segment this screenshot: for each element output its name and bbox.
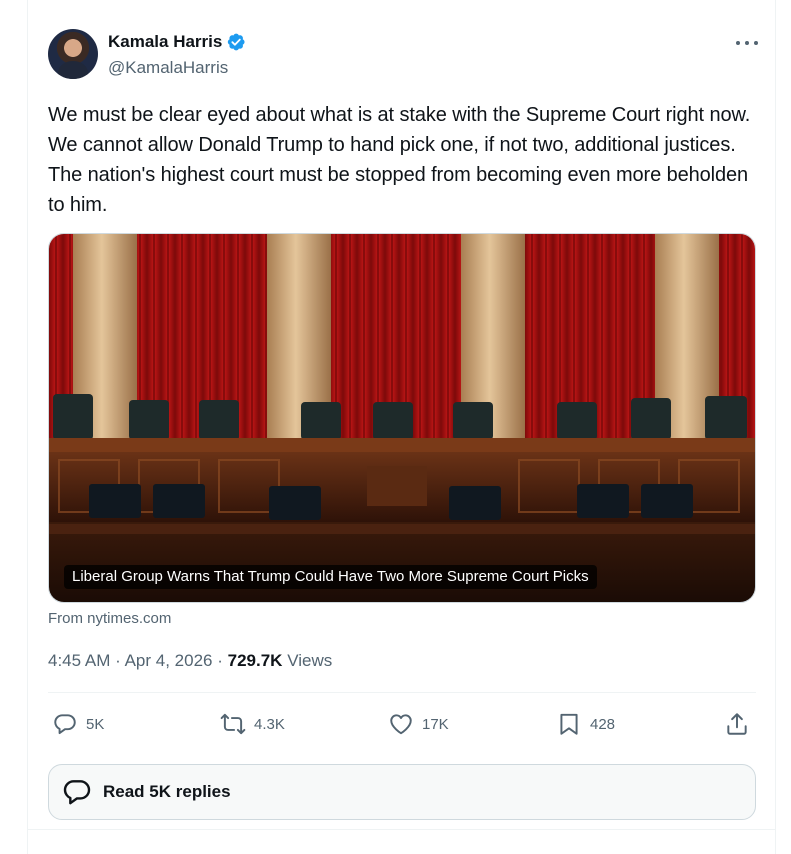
bookmark-button[interactable]: 428 <box>556 706 615 742</box>
bookmark-icon <box>560 713 578 735</box>
author-handle[interactable]: @KamalaHarris <box>108 58 228 78</box>
tweet-meta: 4:45 AM · Apr 4, 2026 · 729.7K Views <box>48 651 332 671</box>
action-bar: 5K 4.3K 17K 428 <box>48 706 760 742</box>
speech-bubble-icon <box>63 780 91 805</box>
tweet-time[interactable]: 4:45 AM <box>48 651 110 670</box>
like-button[interactable]: 17K <box>388 706 449 742</box>
meta-separator: · <box>115 651 121 670</box>
avatar[interactable] <box>48 29 98 79</box>
retweet-count: 4.3K <box>254 715 285 733</box>
views-label: Views <box>287 651 333 670</box>
card-source[interactable]: From nytimes.com <box>48 610 171 627</box>
retweet-button[interactable]: 4.3K <box>220 706 285 742</box>
more-dot <box>754 41 758 45</box>
bookmark-count: 428 <box>590 715 616 733</box>
read-replies-label: Read 5K replies <box>103 782 231 801</box>
more-dot <box>745 41 749 45</box>
share-icon <box>727 713 747 735</box>
heart-icon <box>390 714 412 735</box>
supreme-court-chamber-photo <box>49 234 755 602</box>
divider <box>27 829 776 830</box>
link-card[interactable] <box>48 233 756 603</box>
read-replies-button[interactable]: Read 5K replies <box>48 764 756 820</box>
tweet-header: Kamala Harris @KamalaHarris <box>48 29 760 81</box>
reply-button[interactable]: 5K <box>52 706 104 742</box>
tweet-text: We must be clear eyed about what is at s… <box>48 104 751 216</box>
verified-badge-icon[interactable] <box>226 32 246 52</box>
tweet-date[interactable]: Apr 4, 2026 <box>125 651 213 670</box>
more-options-icon[interactable] <box>736 33 758 53</box>
more-dot <box>736 41 740 45</box>
share-button[interactable] <box>724 706 750 742</box>
author-display-name[interactable]: Kamala Harris <box>108 32 222 52</box>
timeline-right-border <box>775 0 776 854</box>
meta-separator: · <box>217 651 223 670</box>
like-count: 17K <box>422 715 449 733</box>
reply-count: 5K <box>86 715 105 733</box>
views-count: 729.7K <box>227 651 283 670</box>
retweet-icon <box>220 713 246 735</box>
reply-icon <box>54 714 76 735</box>
card-headline[interactable]: Liberal Group Warns That Trump Could Hav… <box>64 565 597 589</box>
timeline-left-border <box>27 0 28 854</box>
divider <box>48 692 756 693</box>
author-name-row: Kamala Harris <box>108 32 246 52</box>
